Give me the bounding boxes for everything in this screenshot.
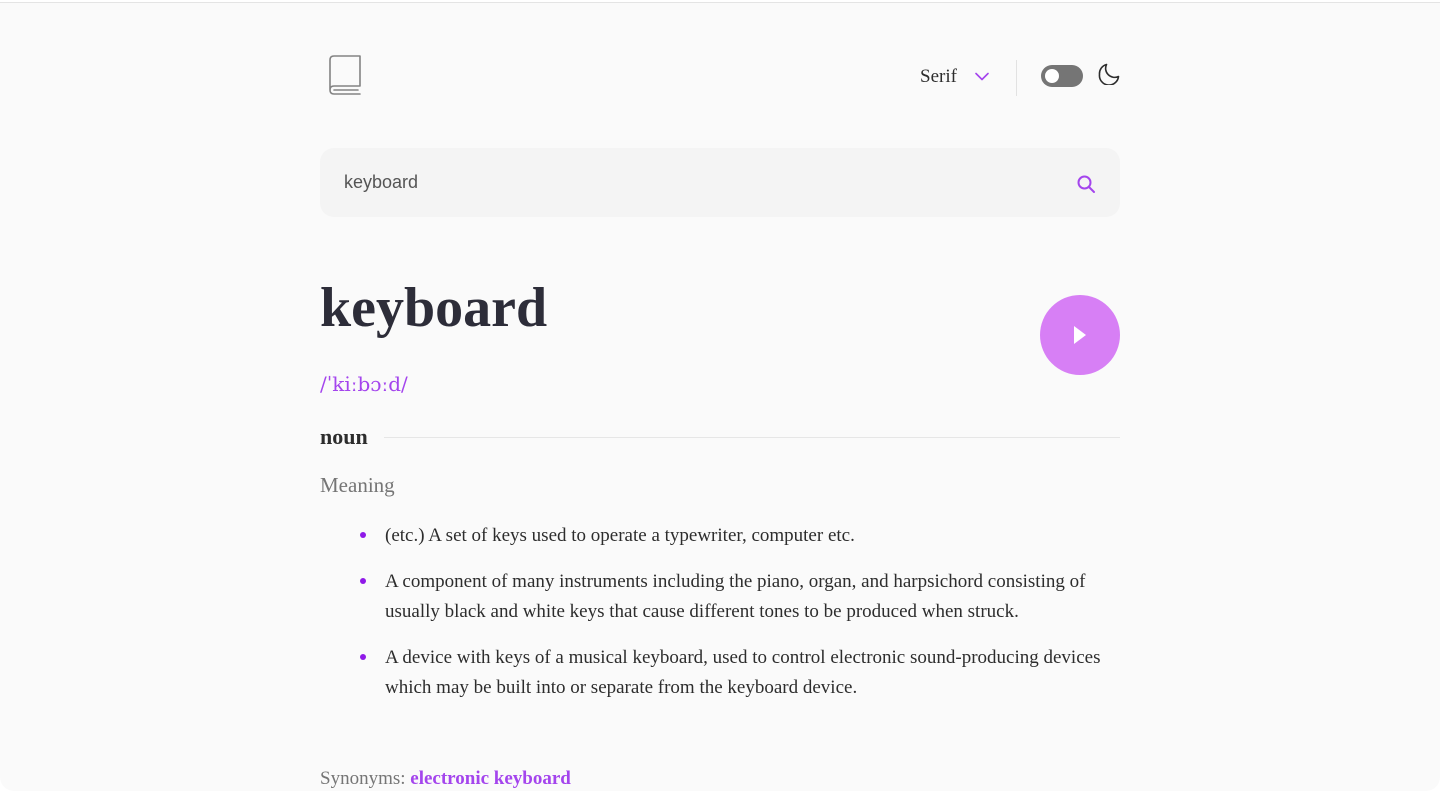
synonyms-label: Synonyms:: [320, 768, 406, 789]
bullet-icon: [360, 653, 366, 660]
dictionary-container: Serif keyboard keyboard /ˈkiːbɔːd/ noun …: [320, 3, 1120, 791]
definition-item: (etc.) A set of keys used to operate a t…: [320, 521, 1120, 552]
search-icon[interactable]: [1076, 174, 1096, 194]
synonyms-row: Synonyms: electronic keyboard: [320, 768, 571, 790]
search-input[interactable]: [344, 148, 1044, 217]
definition-text: A device with keys of a musical keyboard…: [385, 646, 1101, 699]
header-divider: [1016, 60, 1017, 96]
part-of-speech-divider: [383, 436, 1120, 438]
moon-icon[interactable]: [1098, 63, 1120, 86]
meaning-label: Meaning: [320, 473, 395, 497]
font-select-label: Serif: [920, 66, 957, 87]
definition-item: A device with keys of a musical keyboard…: [320, 643, 1120, 704]
toggle-knob: [1045, 69, 1059, 83]
part-of-speech: noun: [320, 424, 368, 449]
theme-toggle[interactable]: [1041, 65, 1083, 87]
definitions-list: (etc.) A set of keys used to operate a t…: [320, 521, 1120, 719]
definition-item: A component of many instruments includin…: [320, 567, 1120, 628]
search-bar: [320, 148, 1120, 217]
bullet-icon: [360, 532, 366, 538]
bullet-icon: [360, 577, 366, 584]
definition-text: (etc.) A set of keys used to operate a t…: [385, 525, 855, 546]
font-family-select[interactable]: Serif: [920, 61, 989, 93]
chevron-down-icon: [975, 68, 989, 86]
app-window: Serif keyboard keyboard /ˈkiːbɔːd/ noun …: [0, 2, 1440, 791]
book-icon[interactable]: [328, 55, 362, 95]
part-of-speech-row: noun: [320, 421, 1120, 453]
phonetic-text: /ˈkiːbɔːd/: [320, 372, 408, 396]
play-icon: [1074, 326, 1086, 344]
word-title: keyboard: [320, 277, 548, 339]
play-audio-button[interactable]: [1040, 295, 1120, 375]
synonym-link[interactable]: electronic keyboard: [410, 768, 571, 789]
definition-text: A component of many instruments includin…: [385, 570, 1086, 623]
